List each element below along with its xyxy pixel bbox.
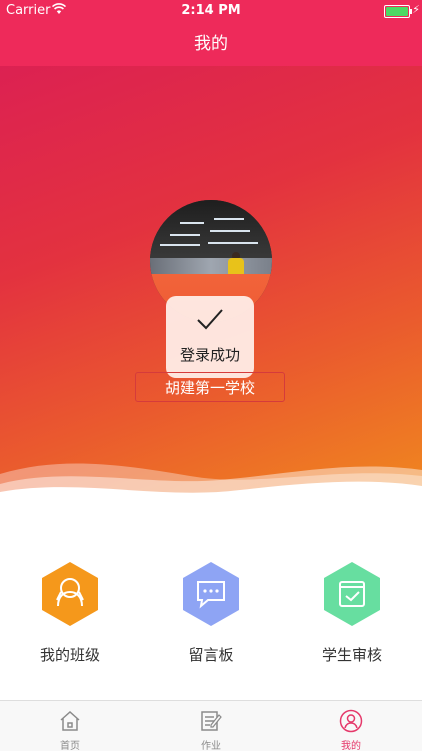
message-board-button[interactable]: 留言板 — [151, 560, 271, 665]
charging-icon: ⚡ — [412, 3, 420, 16]
battery-icon — [384, 5, 412, 18]
page-title: 我的 — [0, 22, 422, 67]
message-board-icon — [183, 562, 239, 626]
tab-mine[interactable]: 我的 — [281, 701, 421, 752]
student-review-button[interactable]: 学生审核 — [292, 560, 412, 665]
school-name: 胡建第一学校 — [135, 372, 285, 402]
home-icon — [60, 710, 80, 731]
checkmark-icon — [197, 309, 223, 330]
toast-message: 登录成功 — [179, 346, 240, 364]
status-bar: Carrier 2:14 PM ⚡ — [0, 0, 422, 22]
student-review-icon — [324, 562, 380, 626]
profile-icon — [339, 709, 363, 733]
student-review-label: 学生审核 — [321, 646, 382, 664]
tab-bar: 首页 作业 我的 — [0, 700, 422, 752]
my-class-label: 我的班级 — [39, 646, 100, 664]
my-class-button[interactable]: 我的班级 — [10, 560, 130, 665]
class-icon — [42, 562, 98, 626]
message-board-label: 留言板 — [188, 646, 234, 664]
homework-icon — [201, 711, 222, 731]
clock: 2:14 PM — [181, 3, 241, 18]
tab-home[interactable]: 首页 — [0, 701, 140, 752]
login-success-toast: 登录成功 — [166, 296, 254, 378]
tab-homework[interactable]: 作业 — [141, 701, 281, 752]
wave-decoration — [0, 463, 422, 526]
